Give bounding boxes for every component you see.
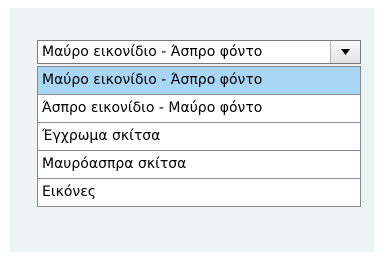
option-bw-sketches[interactable]: Μαυρόασπρα σκίτσα <box>37 150 361 179</box>
chevron-down-icon <box>341 49 350 55</box>
selected-value: Μαύρο εικονίδιο - Άσπρο φόντο <box>42 44 263 60</box>
dropdown-options-list: Μαύρο εικονίδιο - Άσπρο φόντο Άσπρο εικο… <box>37 66 361 207</box>
option-pictures[interactable]: Εικόνες <box>37 178 361 207</box>
option-white-icon-black-bg[interactable]: Άσπρο εικονίδιο - Μαύρο φόντο <box>37 94 361 123</box>
option-color-sketches[interactable]: Έγχρωμα σκίτσα <box>37 122 361 151</box>
icon-style-select[interactable]: Μαύρο εικονίδιο - Άσπρο φόντο <box>37 40 361 64</box>
dropdown-toggle-button[interactable] <box>330 41 360 63</box>
option-black-icon-white-bg[interactable]: Μαύρο εικονίδιο - Άσπρο φόντο <box>37 66 361 95</box>
icon-style-dropdown[interactable]: Μαύρο εικονίδιο - Άσπρο φόντο Μαύρο εικο… <box>37 40 361 207</box>
